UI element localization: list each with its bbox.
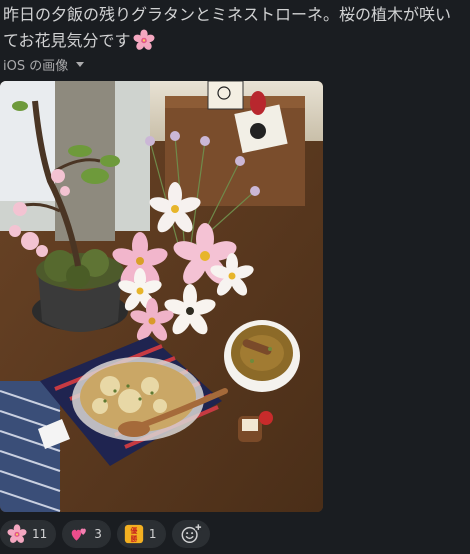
cherry-blossom-icon bbox=[7, 524, 27, 543]
chevron-down-icon[interactable] bbox=[76, 61, 85, 67]
message-text: 昨日の夕飯の残りグラタンとミネストローネ。桜の植木が咲いてお花見気分です bbox=[3, 2, 465, 54]
reaction-count: 11 bbox=[32, 527, 48, 541]
reactions-bar: 11 3 優 勝 1 bbox=[0, 520, 210, 550]
cherry-blossom-emoji bbox=[133, 29, 154, 50]
yuushou-badge-bottom: 勝 bbox=[131, 534, 138, 543]
reaction-cherry-blossom[interactable]: 11 bbox=[0, 520, 57, 548]
photo-illustration bbox=[0, 81, 323, 512]
message: 昨日の夕飯の残りグラタンとミネストローネ。桜の植木が咲いてお花見気分です iOS… bbox=[0, 0, 470, 554]
reaction-two-hearts[interactable]: 3 bbox=[62, 520, 111, 548]
message-body: 昨日の夕飯の残りグラタンとミネストローネ。桜の植木が咲いてお花見気分です bbox=[3, 5, 452, 50]
attached-photo[interactable] bbox=[0, 81, 323, 512]
reaction-yuushou[interactable]: 優 勝 1 bbox=[116, 520, 166, 548]
add-reaction-button[interactable] bbox=[171, 520, 210, 548]
add-emoji-icon bbox=[181, 523, 202, 543]
two-hearts-icon bbox=[72, 528, 87, 541]
attachment-label: iOS の画像 bbox=[3, 58, 69, 74]
yuushou-badge-icon: 優 勝 bbox=[124, 524, 144, 544]
reaction-count: 1 bbox=[148, 527, 157, 541]
yuushou-badge-top: 優 bbox=[130, 526, 138, 535]
attachment-header[interactable]: iOS の画像 bbox=[3, 54, 85, 74]
reaction-count: 3 bbox=[94, 527, 102, 541]
